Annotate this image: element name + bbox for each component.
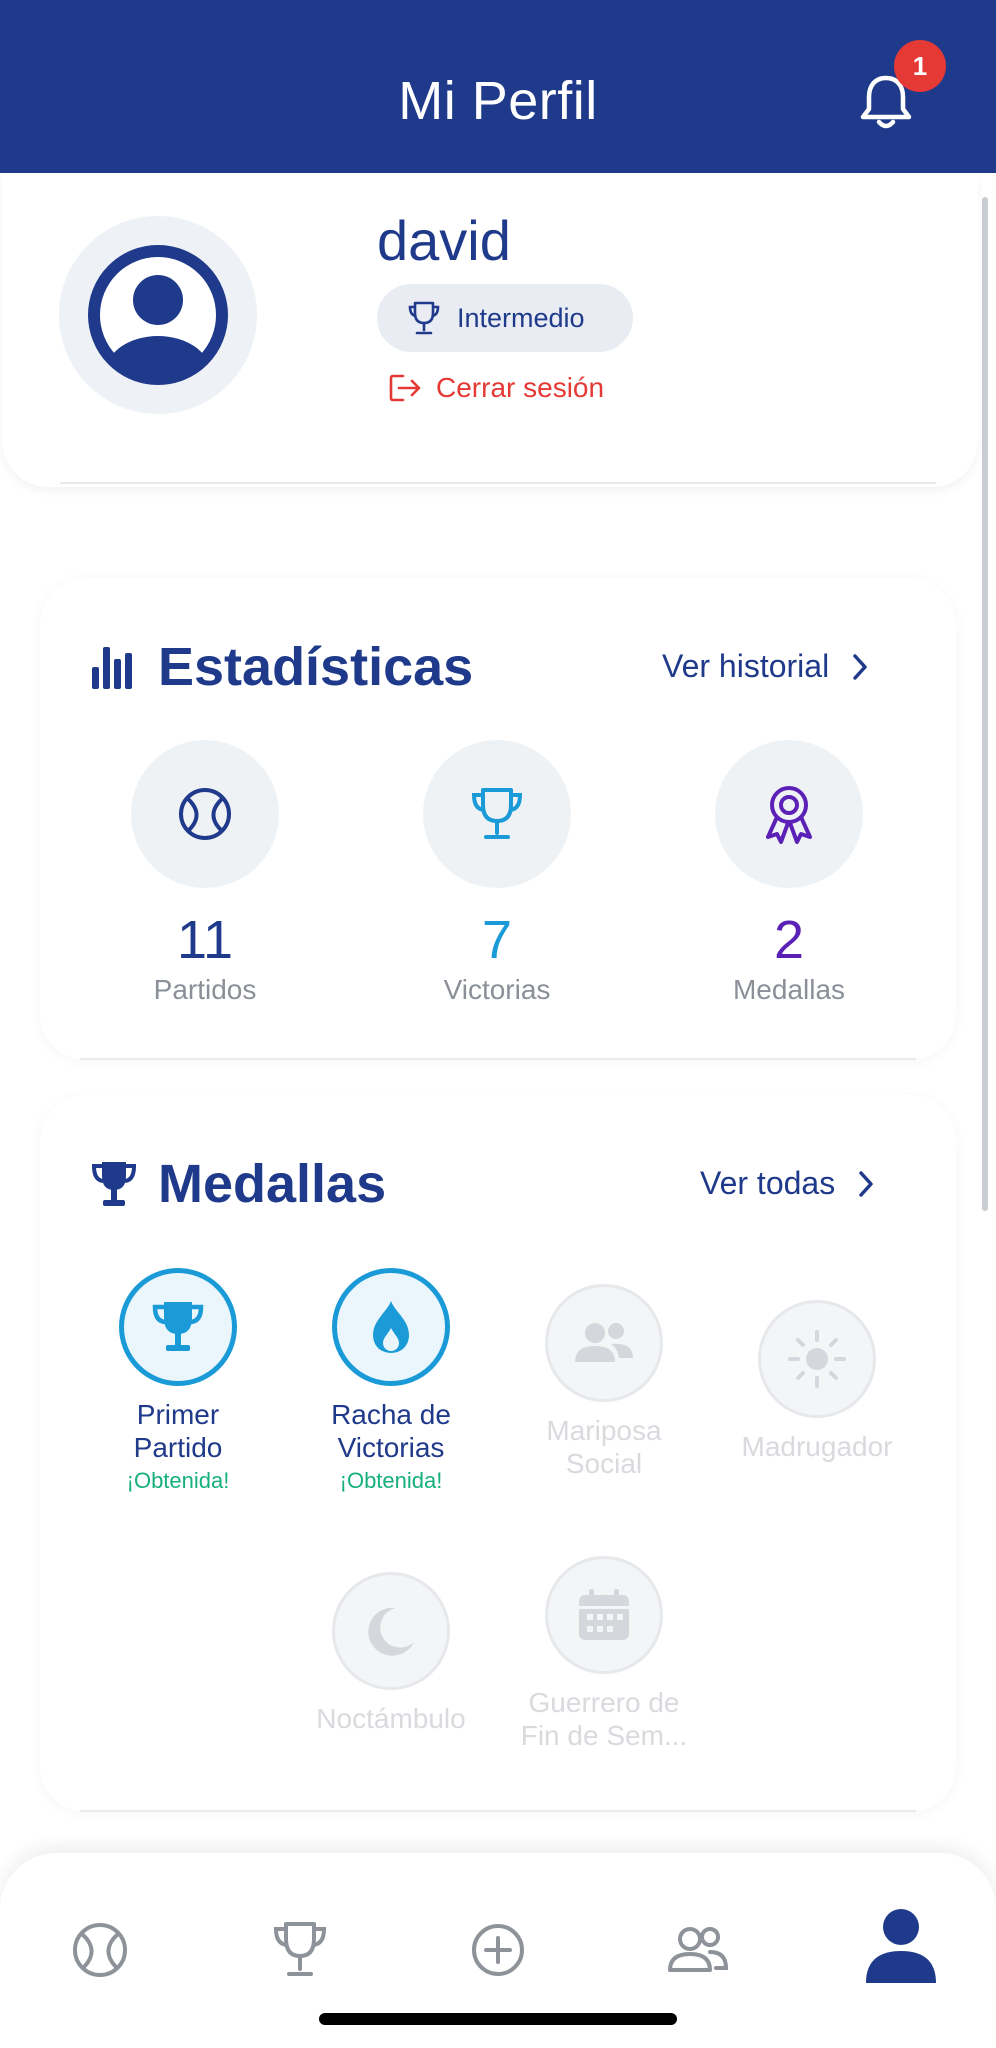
- view-history-link[interactable]: Ver historial: [662, 648, 869, 685]
- nav-create[interactable]: [463, 1915, 533, 1985]
- trophy-icon: [408, 301, 440, 335]
- sun-icon: [788, 1330, 846, 1388]
- medal-status: ¡Obtenida!: [339, 1468, 443, 1493]
- view-history-label: Ver historial: [662, 648, 830, 684]
- divider: [80, 1810, 916, 1812]
- medal-name-line: Madrugador: [741, 1431, 893, 1462]
- medal-name-line: Social: [565, 1448, 643, 1479]
- medal-name: Mariposa Social: [499, 1414, 709, 1480]
- medal-name: Madrugador: [712, 1430, 922, 1463]
- top-header: Mi Perfil 1: [0, 0, 996, 173]
- medal-win-streak[interactable]: Racha de Victorias ¡Obtenida!: [286, 1268, 496, 1494]
- flame-icon: [373, 1301, 409, 1353]
- stat-icon-circle: [423, 740, 571, 888]
- trophy-icon: [471, 788, 523, 839]
- medal-name-line: Primer: [136, 1399, 220, 1430]
- level-badge: Intermedio: [377, 284, 633, 352]
- tennis-ball-icon: [73, 1923, 127, 1977]
- page-title: Mi Perfil: [398, 71, 598, 131]
- user-circle-icon: [88, 245, 228, 385]
- stat-medals-value: 2: [773, 910, 805, 970]
- avatar[interactable]: [59, 216, 257, 414]
- stat-matches-label: Partidos: [153, 974, 257, 1005]
- stat-wins-value: 7: [481, 910, 513, 970]
- nav-matches[interactable]: [65, 1915, 135, 1985]
- medal-name: Noctámbulo: [286, 1702, 496, 1735]
- medal-icon-circle: [545, 1556, 663, 1674]
- people-icon: [575, 1323, 633, 1362]
- medals-title: Medallas: [158, 1154, 387, 1214]
- plus-circle-icon: [472, 1924, 524, 1976]
- chevron-right-icon: [853, 653, 867, 680]
- medal-icon-circle: [119, 1268, 237, 1386]
- medal-name-line: Victorias: [337, 1432, 445, 1463]
- medal-early-bird[interactable]: Madrugador: [712, 1300, 922, 1463]
- medal-weekend-warrior[interactable]: Guerrero de Fin de Sem...: [499, 1556, 709, 1752]
- medal-name-line: Noctámbulo: [316, 1703, 466, 1734]
- nav-social[interactable]: [663, 1915, 733, 1985]
- trophy-icon: [92, 1162, 136, 1206]
- view-all-label: Ver todas: [700, 1165, 836, 1201]
- stat-wins[interactable]: 7 Victorias: [367, 740, 627, 1006]
- award-ribbon-icon: [766, 786, 812, 844]
- stat-medals[interactable]: 2 Medallas: [659, 740, 919, 1006]
- scrollbar[interactable]: [982, 197, 988, 1211]
- logout-button[interactable]: Cerrar sesión: [388, 372, 604, 404]
- medal-icon-circle: [758, 1300, 876, 1418]
- nav-tournaments[interactable]: [265, 1915, 335, 1985]
- trophy-icon: [152, 1302, 204, 1351]
- logout-icon: [389, 374, 421, 402]
- tennis-ball-icon: [179, 788, 231, 840]
- stats-title: Estadísticas: [158, 637, 474, 697]
- people-icon: [668, 1927, 729, 1972]
- bar-chart-icon: [92, 647, 132, 689]
- medal-name-line: Mariposa: [546, 1415, 662, 1446]
- medal-icon-circle: [332, 1572, 450, 1690]
- medal-icon-circle: [545, 1284, 663, 1402]
- stat-icon-circle: [131, 740, 279, 888]
- level-label: Intermedio: [457, 302, 585, 333]
- medal-name: Racha de Victorias: [286, 1398, 496, 1464]
- medal-name-line: Partido: [133, 1432, 223, 1463]
- medal-name-line: Guerrero de: [528, 1687, 680, 1718]
- nav-profile[interactable]: [862, 1905, 940, 1987]
- trophy-icon: [273, 1922, 327, 1976]
- calendar-icon: [579, 1589, 629, 1640]
- home-indicator[interactable]: [319, 2013, 677, 2025]
- divider: [80, 1058, 916, 1060]
- chevron-right-icon: [859, 1170, 873, 1197]
- person-icon: [866, 1909, 936, 1983]
- stat-matches[interactable]: 11 Partidos: [75, 740, 335, 1006]
- medal-night-owl[interactable]: Noctámbulo: [286, 1572, 496, 1735]
- username: david: [377, 209, 511, 272]
- moon-icon: [368, 1607, 414, 1656]
- medal-name-line: Racha de: [331, 1399, 451, 1430]
- medal-status: ¡Obtenida!: [126, 1468, 230, 1493]
- divider: [60, 482, 936, 484]
- medal-icon-circle: [332, 1268, 450, 1386]
- logout-label: Cerrar sesión: [436, 372, 605, 403]
- stat-medals-label: Medallas: [732, 974, 846, 1005]
- stat-icon-circle: [715, 740, 863, 888]
- medal-name: Primer Partido: [73, 1398, 283, 1464]
- notification-badge: 1: [894, 40, 946, 92]
- medal-first-match[interactable]: Primer Partido ¡Obtenida!: [73, 1268, 283, 1494]
- medal-name: Guerrero de Fin de Sem...: [499, 1686, 709, 1752]
- view-all-link[interactable]: Ver todas: [700, 1165, 875, 1202]
- stat-matches-value: 11: [176, 910, 234, 970]
- stat-wins-label: Victorias: [443, 974, 551, 1005]
- medal-social-butterfly[interactable]: Mariposa Social: [499, 1284, 709, 1480]
- medal-name-line: Fin de Sem...: [520, 1720, 688, 1751]
